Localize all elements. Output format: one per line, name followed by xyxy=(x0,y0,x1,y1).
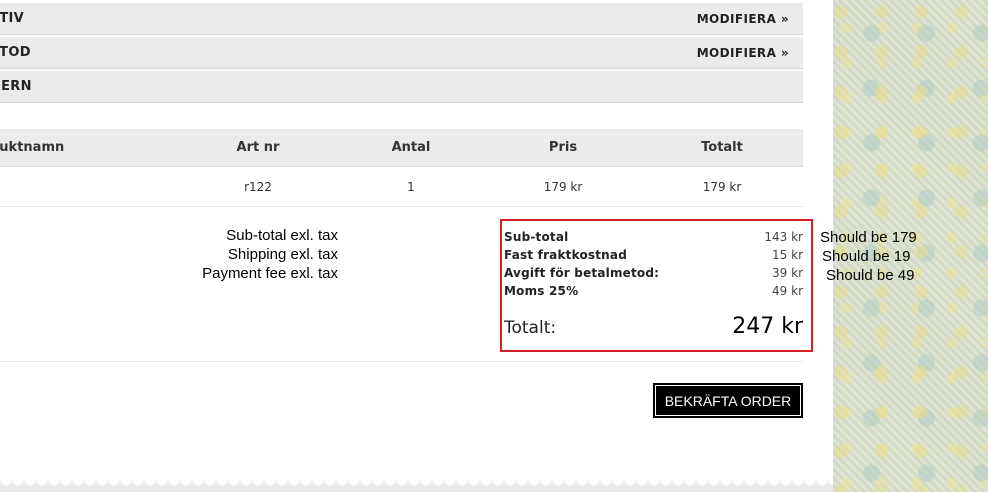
step-row-payment: ATIV MODIFIERA » xyxy=(0,3,803,35)
divider xyxy=(0,361,803,362)
total-line-subtotal: Sub-total 143 kr xyxy=(504,228,803,246)
total-value: 39 kr xyxy=(772,266,803,280)
cell-quantity: 1 xyxy=(407,179,415,194)
total-label: Avgift för betalmetod: xyxy=(504,266,660,280)
column-header-art-nr: Art nr xyxy=(236,140,280,155)
cell-art-nr: r122 xyxy=(244,179,272,194)
totals-summary: Sub-total 143 kr Fast fraktkostnad 15 kr… xyxy=(500,219,813,352)
modify-link[interactable]: MODIFIERA » xyxy=(697,12,789,26)
table-row: r122 1 179 kr 179 kr xyxy=(0,167,803,207)
note-payment-fee: Should be 49 xyxy=(826,267,915,284)
annotation-subtotal: Sub-total exl. tax xyxy=(226,227,338,244)
zigzag-edge xyxy=(0,480,833,492)
cell-product xyxy=(0,167,110,206)
checkout-panel: ATIV MODIFIERA » ETOD MODIFIERA » DERN d… xyxy=(0,0,833,492)
step-title: ETOD xyxy=(0,45,31,60)
total-value: 15 kr xyxy=(772,248,803,262)
total-line-shipping: Fast fraktkostnad 15 kr xyxy=(504,246,803,264)
column-header-price: Pris xyxy=(548,140,578,155)
confirm-order-button[interactable]: BEKRÄFTA ORDER xyxy=(653,383,803,418)
grand-total-label: Totalt: xyxy=(504,318,557,338)
grand-total-value: 247 kr xyxy=(732,314,803,339)
grand-total: Totalt: 247 kr xyxy=(504,314,803,339)
correction-notes: Should be 179 Should be 19 Should be 49 xyxy=(820,228,917,285)
annotation-shipping: Shipping exl. tax xyxy=(227,246,338,263)
step-row-method: ETOD MODIFIERA » xyxy=(0,37,803,69)
note-subtotal: Should be 179 xyxy=(820,229,917,246)
column-header-quantity: Antal xyxy=(391,140,431,155)
total-line-payment-fee: Avgift för betalmetod: 39 kr xyxy=(504,264,803,282)
step-title: DERN xyxy=(0,79,32,94)
note-shipping: Should be 19 xyxy=(822,248,911,265)
total-label: Sub-total xyxy=(504,230,569,244)
total-value: 49 kr xyxy=(772,284,803,298)
total-line-vat: Moms 25% 49 kr xyxy=(504,282,803,300)
cell-total: 179 kr xyxy=(702,179,742,194)
column-header-product: duktnamn xyxy=(0,140,65,155)
cell-price: 179 kr xyxy=(543,179,583,194)
step-row-order: DERN xyxy=(0,71,803,103)
column-header-total: Totalt xyxy=(701,140,743,155)
total-label: Moms 25% xyxy=(504,284,579,298)
tax-annotations: Sub-total exl. tax Shipping exl. tax Pay… xyxy=(202,226,338,283)
total-value: 143 kr xyxy=(764,230,803,244)
modify-link[interactable]: MODIFIERA » xyxy=(697,46,789,60)
step-title: ATIV xyxy=(0,11,25,26)
table-header: duktnamn Art nr Antal Pris Totalt xyxy=(0,129,803,167)
annotation-payment-fee: Payment fee exl. tax xyxy=(202,265,338,282)
total-label: Fast fraktkostnad xyxy=(504,248,628,262)
